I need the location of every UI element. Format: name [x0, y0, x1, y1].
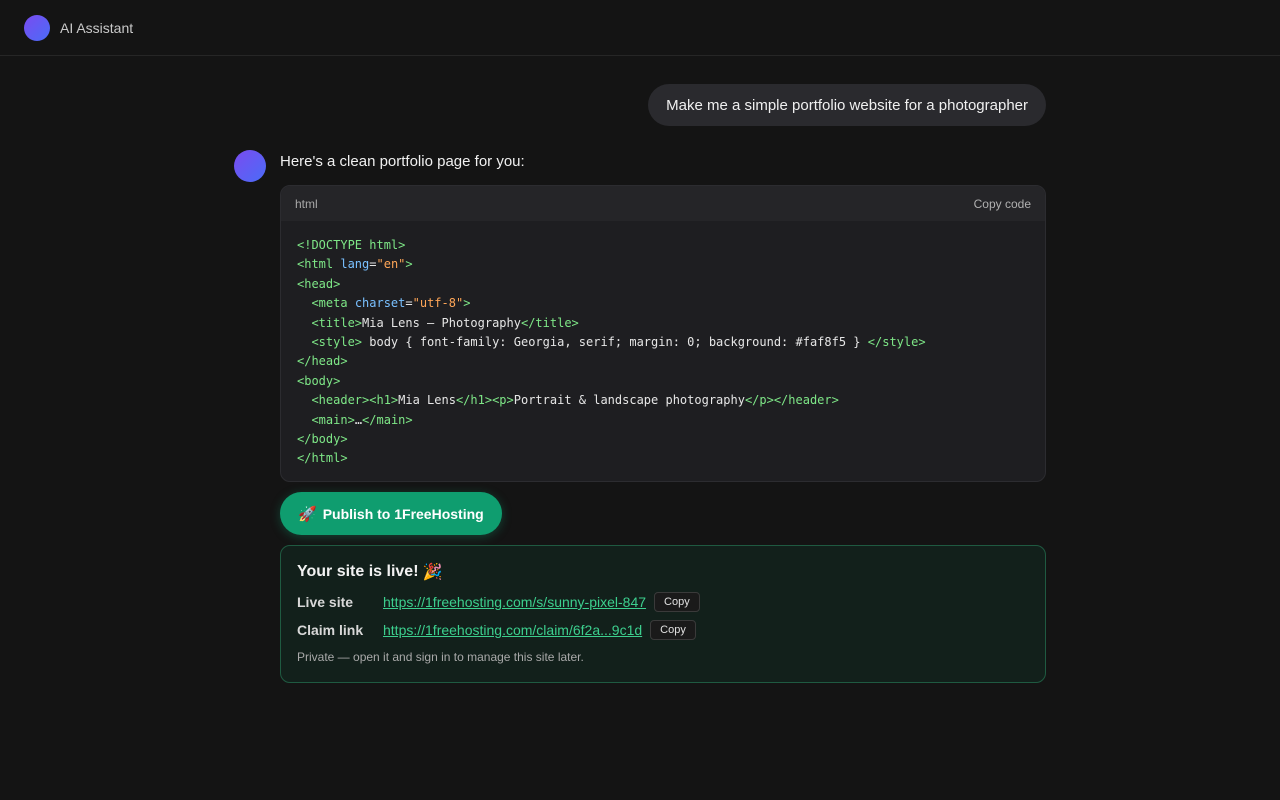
code-token: <head> [297, 276, 341, 291]
code-token: = [369, 257, 377, 272]
live-site-label: Live site [297, 594, 354, 610]
publish-button[interactable]: 🚀 Publish to 1FreeHosting [280, 492, 502, 535]
assistant-avatar-icon [234, 150, 266, 182]
code-line: <meta charset="utf-8"> [297, 294, 1029, 313]
code-token: > [405, 257, 413, 272]
code-block: html Copy code <!DOCTYPE html> <html lang… [280, 185, 1046, 482]
code-token: </main> [362, 412, 413, 427]
code-token: = [405, 296, 413, 311]
code-line: <html lang="en"> [297, 255, 1029, 274]
code-line: </head> [297, 352, 1029, 371]
code-line: </html> [297, 449, 1029, 468]
live-site-row: Live site https://1freehosting.com/s/sun… [297, 592, 1029, 612]
code-token: </style> [867, 334, 926, 349]
code-token: <html [297, 257, 341, 272]
user-message-bubble: Make me a simple portfolio website for a… [648, 84, 1046, 126]
code-line: <header><h1>Mia Lens</h1><p>Portrait & l… [297, 391, 1029, 410]
code-token: charset [354, 296, 406, 311]
top-bar: AI Assistant [0, 0, 1280, 56]
code-token: <body> [297, 373, 341, 388]
code-token: </p></header> [744, 393, 839, 408]
claim-link-label: Claim link [297, 622, 364, 638]
copy-live-url-button[interactable]: Copy [654, 592, 700, 612]
code-token: > [463, 296, 471, 311]
code-token: <meta [311, 296, 355, 311]
site-live-title: Your site is live! 🎉 [297, 562, 1029, 582]
code-line: </body> [297, 430, 1029, 449]
code-line: <main>…</main> [297, 411, 1029, 430]
app-avatar-icon [24, 14, 50, 41]
code-token: </h1><p> [455, 393, 514, 408]
code-line: <style> body { font-family: Georgia, ser… [297, 333, 1029, 352]
app-title: AI Assistant [60, 19, 134, 36]
claim-link-row: Claim link https://1freehosting.com/clai… [297, 620, 1029, 640]
copy-claim-url-button[interactable]: Copy [650, 620, 696, 640]
code-line: <head> [297, 275, 1029, 294]
party-icon: 🎉 [422, 564, 443, 581]
code-token: … [354, 412, 363, 427]
live-site-link[interactable]: https://1freehosting.com/s/sunny-pixel-8… [383, 594, 646, 610]
code-token: <main> [311, 412, 355, 427]
publish-button-label: Publish to 1FreeHosting [322, 505, 484, 522]
code-header: html Copy code [281, 186, 1045, 221]
code-token: <!DOCTYPE html> [297, 238, 406, 252]
code-token: "utf-8" [412, 296, 464, 311]
code-token: "en" [376, 257, 406, 272]
code-content: <!DOCTYPE html> <html lang="en"> <head> <m… [281, 221, 1045, 469]
claim-link[interactable]: https://1freehosting.com/claim/6f2a...9c… [383, 622, 642, 638]
code-token: <style> [311, 334, 363, 349]
code-line: <body> [297, 372, 1029, 391]
code-token: Mia Lens — Photography [362, 315, 521, 330]
code-token: </body> [297, 431, 348, 446]
code-token: </html> [297, 451, 348, 466]
rocket-icon: 🚀 [298, 505, 317, 523]
code-line: <title>Mia Lens — Photography</title> [297, 314, 1029, 333]
code-token: </title> [520, 315, 579, 330]
code-token: lang [340, 257, 370, 272]
site-live-card: Your site is live! 🎉 Live site https://1… [280, 545, 1046, 683]
site-live-title-text: Your site is live! [297, 563, 419, 580]
code-token: body { font-family: Georgia, serif; marg… [362, 334, 868, 349]
code-token: Mia Lens [398, 393, 456, 408]
code-line: <!DOCTYPE html> [297, 236, 1029, 255]
code-token: </head> [297, 354, 348, 369]
copy-code-button[interactable]: Copy code [974, 197, 1031, 211]
code-token: Portrait & landscape photography [513, 393, 745, 408]
code-language-label: html [295, 196, 318, 211]
code-token: <header><h1> [311, 393, 399, 408]
private-note: Private — open it and sign in to manage … [297, 650, 584, 664]
code-token: <title> [311, 315, 363, 330]
assistant-intro-text: Here's a clean portfolio page for you: [280, 153, 525, 170]
